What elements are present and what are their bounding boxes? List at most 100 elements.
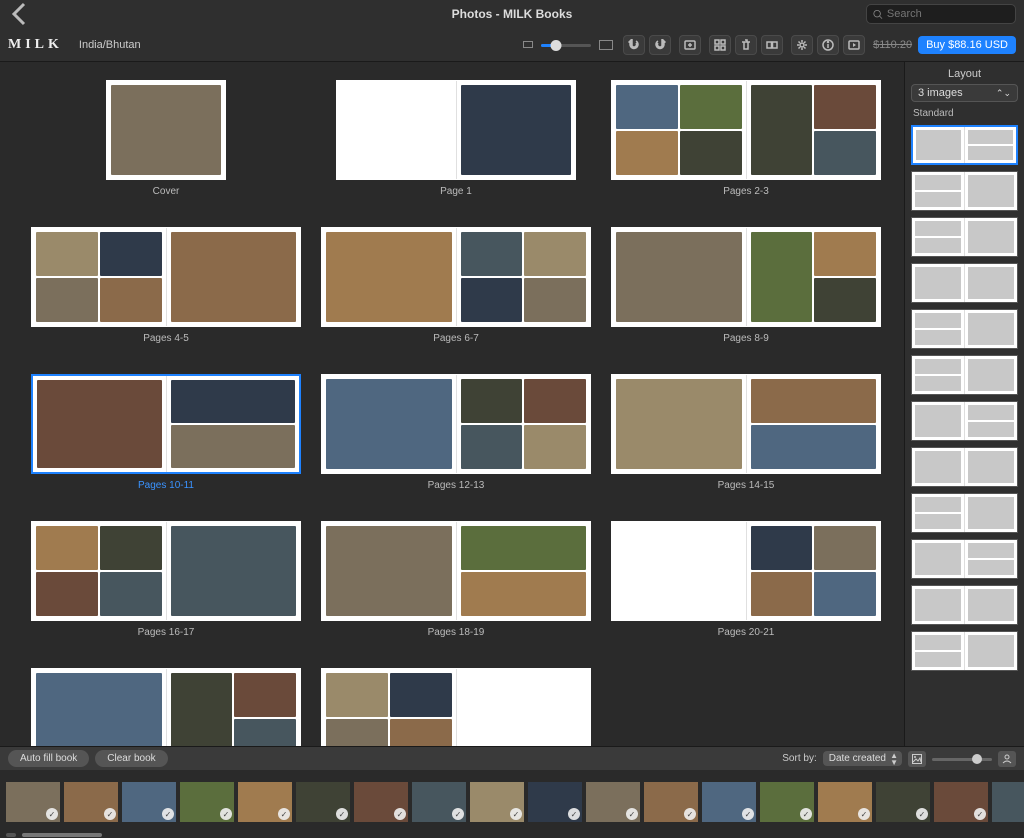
filmstrip-thumb[interactable]: ✓ xyxy=(702,782,756,822)
info-button[interactable] xyxy=(817,35,839,55)
photo-placeholder[interactable] xyxy=(326,232,452,322)
photo-placeholder[interactable] xyxy=(171,425,296,468)
spread-grid-area[interactable]: CoverPage 1Pages 2-3Pages 4-5Pages 6-7Pa… xyxy=(0,62,904,746)
photo-placeholder[interactable] xyxy=(751,425,877,469)
layout-template[interactable] xyxy=(911,263,1018,303)
settings-button[interactable] xyxy=(791,35,813,55)
layout-template[interactable] xyxy=(911,355,1018,395)
photo-placeholder[interactable] xyxy=(36,232,98,276)
filmstrip-thumb[interactable]: ✓ xyxy=(354,782,408,822)
undo-button[interactable] xyxy=(623,35,645,55)
thumbnail-size-slider[interactable] xyxy=(932,752,992,766)
filmstrip-thumb[interactable]: ✓ xyxy=(296,782,350,822)
photo-placeholder[interactable] xyxy=(326,379,452,469)
buy-button[interactable]: Buy $88.16 USD xyxy=(918,36,1016,54)
photo-placeholder[interactable] xyxy=(100,278,162,322)
photo-placeholder[interactable] xyxy=(171,380,296,423)
photo-placeholder[interactable] xyxy=(100,232,162,276)
photo-placeholder[interactable] xyxy=(524,425,586,469)
photo-placeholder[interactable] xyxy=(461,425,523,469)
filmstrip-thumb[interactable]: ✓ xyxy=(6,782,60,822)
spread[interactable] xyxy=(31,521,301,621)
clear-book-button[interactable]: Clear book xyxy=(95,750,167,767)
photo-placeholder[interactable] xyxy=(524,379,586,423)
photo-placeholder[interactable] xyxy=(524,278,586,322)
spread[interactable] xyxy=(31,374,301,474)
layout-template[interactable] xyxy=(911,447,1018,487)
photo-placeholder[interactable] xyxy=(234,719,296,746)
photo-placeholder[interactable] xyxy=(524,232,586,276)
photo-placeholder[interactable] xyxy=(461,232,523,276)
add-photo-button[interactable] xyxy=(679,35,701,55)
spread[interactable] xyxy=(106,80,226,180)
spread[interactable] xyxy=(611,80,881,180)
photo-placeholder[interactable] xyxy=(326,719,388,746)
layout-template[interactable] xyxy=(911,539,1018,579)
photo-placeholder[interactable] xyxy=(751,232,813,322)
filter-people-button[interactable] xyxy=(998,751,1016,767)
photo-placeholder[interactable] xyxy=(326,526,452,616)
filmstrip-thumb[interactable]: ✓ xyxy=(818,782,872,822)
spread[interactable] xyxy=(611,521,881,621)
photo-placeholder[interactable] xyxy=(751,379,877,423)
photo-placeholder[interactable] xyxy=(100,572,162,616)
photo-placeholder[interactable] xyxy=(36,673,162,746)
redo-button[interactable] xyxy=(649,35,671,55)
photo-placeholder[interactable] xyxy=(814,526,876,570)
photo-placeholder[interactable] xyxy=(814,232,876,276)
sort-select[interactable]: Date created ▲▼ xyxy=(823,751,902,766)
filmstrip-scrollbar[interactable] xyxy=(0,832,1024,838)
layout-template[interactable] xyxy=(911,309,1018,349)
photo-placeholder[interactable] xyxy=(680,85,742,129)
spread[interactable] xyxy=(321,668,591,746)
spread[interactable] xyxy=(321,521,591,621)
filmstrip-thumb[interactable]: ✓ xyxy=(412,782,466,822)
photo-placeholder[interactable] xyxy=(111,85,221,175)
photo-placeholder[interactable] xyxy=(390,719,452,746)
photo-placeholder[interactable] xyxy=(461,278,523,322)
photo-placeholder[interactable] xyxy=(616,85,678,129)
zoom-large-icon[interactable] xyxy=(599,40,613,50)
layout-template[interactable] xyxy=(911,401,1018,441)
photo-placeholder[interactable] xyxy=(171,673,233,746)
photo-placeholder[interactable] xyxy=(616,379,742,469)
filmstrip-thumb[interactable]: ✓ xyxy=(122,782,176,822)
photo-placeholder[interactable] xyxy=(751,85,813,175)
photo-placeholder[interactable] xyxy=(461,379,523,423)
photo-placeholder[interactable] xyxy=(814,131,876,175)
filter-photos-button[interactable] xyxy=(908,751,926,767)
photo-placeholder[interactable] xyxy=(616,131,678,175)
layout-template[interactable] xyxy=(911,631,1018,671)
spread[interactable] xyxy=(611,227,881,327)
filmstrip-thumb[interactable]: ✓ xyxy=(760,782,814,822)
trash-button[interactable] xyxy=(735,35,757,55)
photo-placeholder[interactable] xyxy=(36,278,98,322)
layout-template[interactable] xyxy=(911,585,1018,625)
photo-placeholder[interactable] xyxy=(814,85,876,129)
filmstrip-thumb[interactable]: ✓ xyxy=(180,782,234,822)
spread[interactable] xyxy=(31,668,301,746)
layout-template[interactable] xyxy=(911,217,1018,257)
preview-button[interactable] xyxy=(843,35,865,55)
photo-placeholder[interactable] xyxy=(616,232,742,322)
zoom-slider[interactable] xyxy=(541,38,591,52)
photo-placeholder[interactable] xyxy=(680,131,742,175)
layout-template[interactable] xyxy=(911,125,1018,165)
photo-placeholder[interactable] xyxy=(234,673,296,717)
photo-placeholder[interactable] xyxy=(751,572,813,616)
photo-placeholder[interactable] xyxy=(461,85,572,175)
photo-placeholder[interactable] xyxy=(814,278,876,322)
photo-placeholder[interactable] xyxy=(171,232,297,322)
spread[interactable] xyxy=(336,80,576,180)
filmstrip[interactable]: ✓✓✓✓✓✓✓✓✓✓✓✓✓✓✓✓✓✓ xyxy=(0,770,1024,832)
filmstrip-thumb[interactable]: ✓ xyxy=(992,782,1024,822)
filmstrip-thumb[interactable]: ✓ xyxy=(238,782,292,822)
back-button[interactable] xyxy=(8,2,32,26)
photo-placeholder[interactable] xyxy=(461,572,587,616)
filmstrip-thumb[interactable]: ✓ xyxy=(644,782,698,822)
filmstrip-thumb[interactable]: ✓ xyxy=(64,782,118,822)
spread[interactable] xyxy=(321,227,591,327)
photo-placeholder[interactable] xyxy=(751,526,813,570)
filmstrip-thumb[interactable]: ✓ xyxy=(934,782,988,822)
zoom-small-icon[interactable] xyxy=(523,41,533,48)
